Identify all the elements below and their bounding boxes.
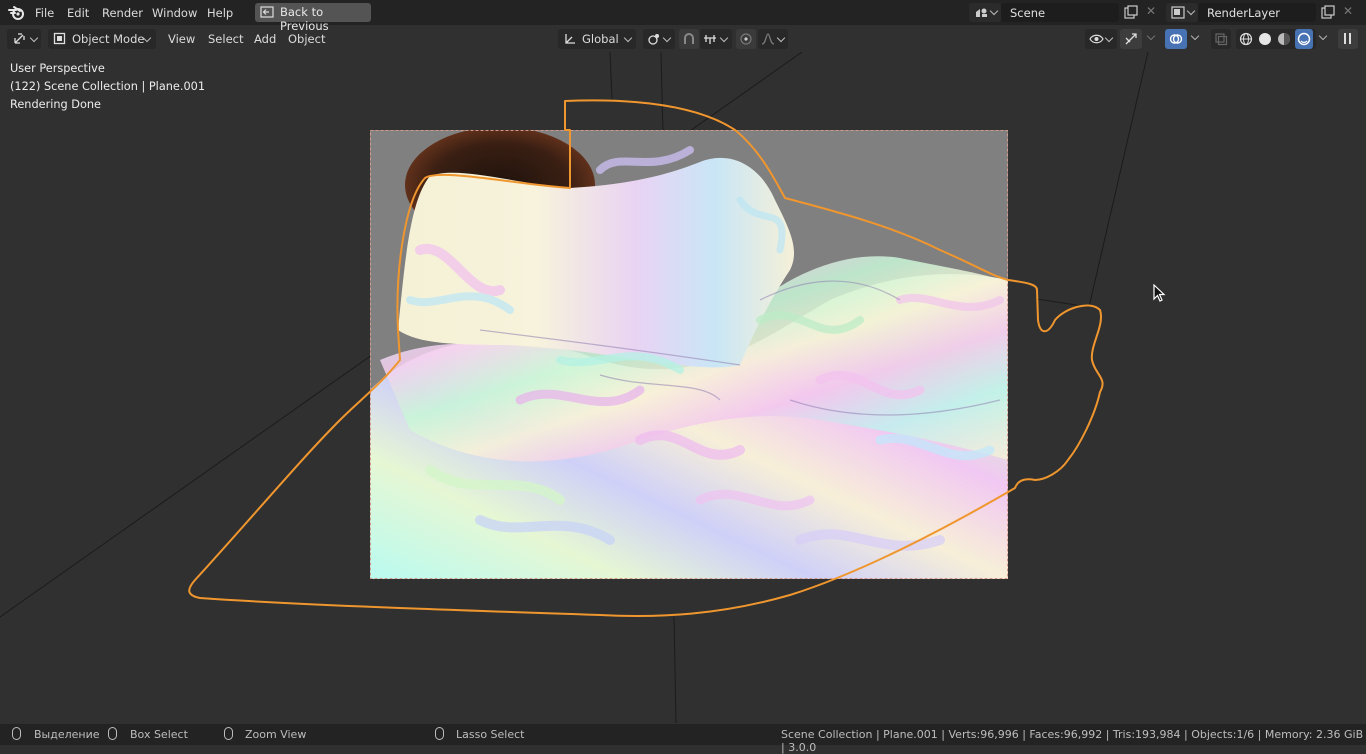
menu-view[interactable]: View — [168, 32, 195, 46]
scene-icon — [976, 8, 987, 17]
overlay-chevron-down-icon[interactable] — [1190, 31, 1200, 41]
object-mode-dropdown[interactable]: Object Mode — [48, 29, 156, 49]
menu-file[interactable]: File — [35, 5, 54, 21]
transform-orientation-dropdown[interactable]: Global — [558, 29, 636, 49]
status-zoom-view-label: Zoom View — [245, 728, 307, 741]
blender-logo-icon[interactable] — [8, 5, 25, 21]
gizmo-chevron-down-icon[interactable] — [1146, 31, 1156, 41]
chevron-down-icon — [989, 6, 999, 16]
shading-chevron-down-icon[interactable] — [1318, 31, 1328, 41]
mouse-middle-icon — [224, 727, 233, 740]
back-to-previous-button[interactable]: Back to Previous — [255, 3, 371, 33]
snap-increment-icon — [704, 35, 716, 44]
orientation-axis-icon — [565, 34, 575, 44]
pause-icon — [1344, 33, 1346, 44]
gizmo-toggle[interactable] — [1120, 29, 1142, 49]
back-screen-icon — [260, 6, 274, 18]
mouse-left-icon — [12, 727, 21, 740]
collection-info-label: (122) Scene Collection | Plane.001 — [10, 80, 206, 93]
menu-render[interactable]: Render — [102, 5, 143, 21]
wireframe-shading-icon[interactable] — [1239, 32, 1253, 46]
object-mode-label: Object Mode — [72, 32, 145, 46]
menu-edit[interactable]: Edit — [67, 5, 89, 21]
scene-browse-button[interactable] — [969, 3, 1001, 22]
scene-statistics: Scene Collection | Plane.001 | Verts:96,… — [781, 728, 1364, 754]
pause-render-button[interactable] — [1338, 29, 1358, 49]
scene-name-field[interactable]: Scene — [1001, 3, 1119, 22]
overlay-icon — [1169, 34, 1183, 44]
viewport-header: Object Mode View Select Add Object Globa… — [0, 26, 1366, 52]
snap-target-dropdown[interactable] — [700, 29, 732, 49]
viewport-scene — [0, 52, 1149, 723]
render-layer-field[interactable]: RenderLayer — [1198, 3, 1316, 22]
overlays-toggle[interactable] — [1165, 29, 1187, 49]
proportional-editing-toggle[interactable] — [736, 29, 756, 49]
chevron-down-icon — [1186, 6, 1196, 16]
chevron-down-icon — [662, 33, 672, 43]
magnet-icon — [684, 33, 694, 44]
material-shading-icon[interactable] — [1277, 32, 1291, 46]
proportional-icon — [740, 33, 752, 45]
menu-window[interactable]: Window — [152, 5, 197, 21]
snap-toggle[interactable] — [679, 29, 699, 49]
mouse-drag-icon — [108, 727, 117, 740]
view-name-label: User Perspective — [10, 62, 105, 75]
rendered-shading-icon — [1297, 32, 1311, 46]
chevron-down-icon — [29, 33, 39, 43]
gizmo-icon — [1125, 33, 1137, 45]
menu-select[interactable]: Select — [208, 32, 243, 46]
status-lasso-select-label: Lasso Select — [456, 728, 525, 741]
rendered-shading-button[interactable] — [1295, 29, 1313, 49]
xray-toggle[interactable] — [1211, 29, 1231, 49]
falloff-curve-icon — [761, 33, 775, 45]
render-layer-name: RenderLayer — [1207, 6, 1281, 20]
delete-scene-icon[interactable]: ✕ — [1146, 4, 1156, 18]
eye-icon — [1089, 34, 1104, 44]
chevron-down-icon — [776, 33, 786, 43]
pause-icon-bar — [1349, 33, 1351, 44]
editor-type-button[interactable] — [7, 29, 41, 49]
visibility-dropdown[interactable] — [1085, 29, 1117, 49]
new-layer-icon[interactable] — [1321, 5, 1335, 19]
falloff-dropdown[interactable] — [758, 29, 788, 49]
status-bar: Выделение Box Select Zoom View Lasso Sel… — [0, 724, 1366, 754]
axis-gizmo-icon — [14, 33, 25, 44]
view-layer-browse-button[interactable] — [1166, 3, 1198, 22]
delete-layer-icon[interactable]: ✕ — [1343, 4, 1353, 18]
object-mode-icon — [53, 32, 66, 45]
solid-shading-icon[interactable] — [1258, 32, 1272, 46]
menu-object[interactable]: Object — [288, 32, 325, 46]
render-layer-icon — [1171, 6, 1185, 19]
render-status-label: Rendering Done — [10, 98, 101, 111]
pivot-point-dropdown[interactable] — [643, 29, 675, 49]
chevron-down-icon — [1104, 33, 1114, 43]
new-scene-icon[interactable] — [1124, 5, 1138, 19]
top-bar: File Edit Render Window Help Back to Pre… — [0, 0, 1366, 33]
scene-name: Scene — [1010, 6, 1046, 20]
status-box-select-label: Box Select — [130, 728, 188, 741]
xray-icon — [1215, 33, 1228, 46]
menu-add[interactable]: Add — [254, 32, 276, 46]
3d-viewport[interactable] — [0, 52, 1366, 723]
menu-help[interactable]: Help — [207, 5, 233, 21]
status-select-label: Выделение — [34, 728, 100, 741]
mouse-right-icon — [435, 727, 444, 740]
mouse-cursor-icon — [1153, 284, 1166, 302]
chevron-down-icon — [719, 33, 729, 43]
pivot-icon — [648, 34, 659, 45]
chevron-down-icon — [623, 33, 633, 43]
orientation-label: Global — [582, 32, 619, 46]
